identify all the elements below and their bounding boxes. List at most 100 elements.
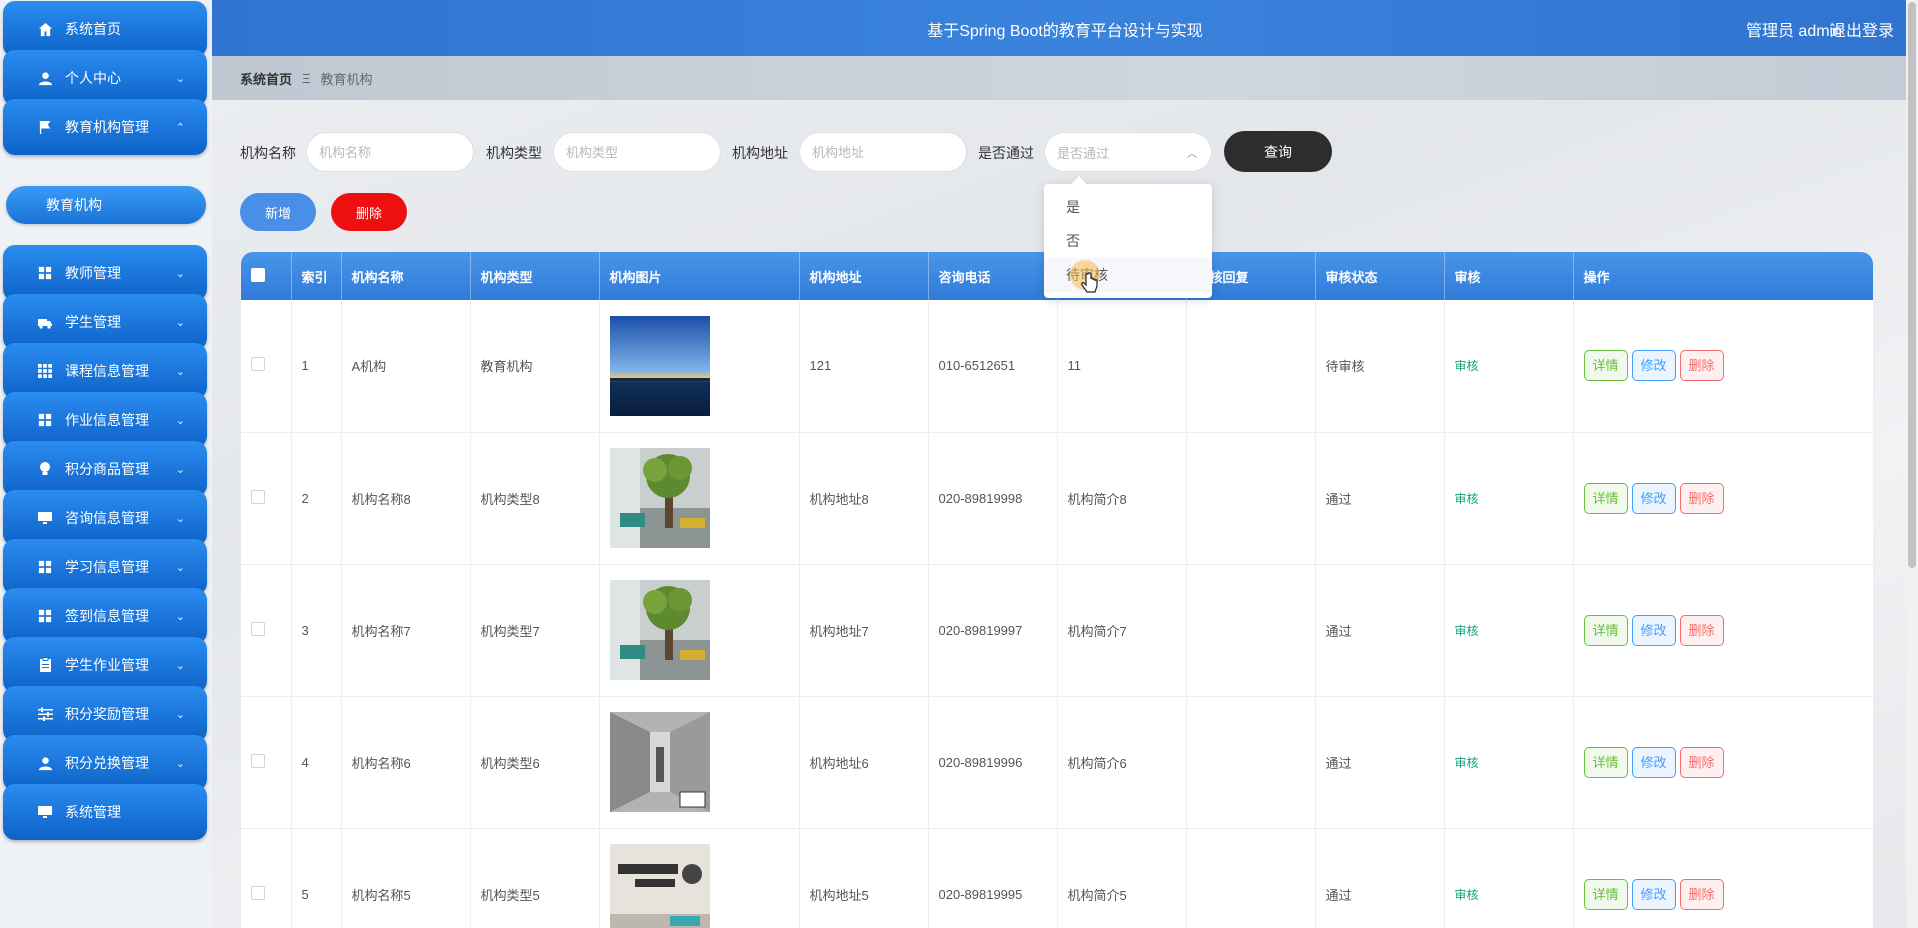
sidebar-item-label: 学生管理 (65, 314, 121, 330)
sidebar: 系统首页 个人中心 ⌄ 教育机构管理 ⌃ 教师管理 ⌄ 学生管理 ⌄ 课程信息管理 ⌄ 作业信息管理 ⌄… (0, 0, 212, 928)
sidebar-item-2[interactable]: 教育机构管理 ⌃ (3, 99, 207, 155)
sidebar-item-5[interactable]: 课程信息管理 ⌄ (3, 343, 207, 399)
logout-link[interactable]: 退出登录 (1830, 17, 1894, 41)
cell-audit: 审核 (1444, 696, 1574, 828)
audit-link[interactable]: 审核 (1455, 756, 1479, 770)
row-checkbox[interactable] (251, 357, 265, 372)
page-scrollbar[interactable] (1906, 0, 1918, 928)
cell-reply (1186, 828, 1316, 928)
row-checkbox[interactable] (251, 885, 265, 900)
row-checkbox[interactable] (251, 621, 265, 636)
name-search-input[interactable] (306, 132, 474, 172)
flag-icon (37, 119, 53, 135)
cell-phone: 020-89819996 (928, 696, 1058, 828)
sidebar-item-12[interactable]: 积分奖励管理 ⌄ (3, 686, 207, 742)
org-image[interactable] (609, 448, 799, 548)
sidebar-item-14[interactable]: 系统管理 (3, 784, 207, 840)
column-header: 机构地址 (799, 252, 929, 300)
edit-button[interactable]: 修改 (1631, 878, 1676, 910)
sidebar-item-1[interactable]: 个人中心 ⌄ (3, 50, 207, 106)
org-image[interactable] (609, 315, 799, 416)
cell-intro: 11 (1057, 300, 1187, 432)
sidebar-item-8[interactable]: 咨询信息管理 ⌄ (3, 490, 207, 546)
sidebar-item-0[interactable]: 系统首页 (3, 1, 207, 57)
edit-button[interactable]: 修改 (1631, 614, 1676, 646)
row-delete-button[interactable]: 删除 (1679, 878, 1724, 910)
edit-button[interactable]: 修改 (1631, 746, 1676, 778)
cell-audit: 审核 (1444, 300, 1574, 432)
cell-type: 机构类型8 (470, 432, 600, 564)
sidebar-item-7[interactable]: 积分商品管理 ⌄ (3, 441, 207, 497)
sidebar-subitem-edu-org[interactable]: 教育机构 (6, 186, 206, 224)
select-all-checkbox[interactable] (251, 267, 265, 282)
cell-type: 机构类型6 (470, 696, 600, 828)
sidebar-item-label: 积分兑换管理 (65, 755, 149, 771)
cell-status: 通过 (1315, 696, 1445, 828)
table-row: 4 机构名称6 机构类型6 机构地址6 020-89819996 机构简介6 通过 审核 详情修… (241, 696, 1873, 828)
detail-button[interactable]: 详情 (1583, 482, 1628, 514)
select-all-header[interactable] (241, 252, 292, 300)
cell-status: 通过 (1315, 564, 1445, 696)
sidebar-item-6[interactable]: 作业信息管理 ⌄ (3, 392, 207, 448)
row-checkbox[interactable] (251, 753, 265, 768)
query-button[interactable]: 查询 (1224, 131, 1332, 172)
dropdown-option-yes[interactable]: 是 (1044, 190, 1212, 224)
sidebar-item-11[interactable]: 学生作业管理 ⌄ (3, 637, 207, 693)
sidebar-item-4[interactable]: 学生管理 ⌄ (3, 294, 207, 350)
detail-button[interactable]: 详情 (1583, 350, 1628, 382)
cell-image (599, 300, 800, 432)
cell-status: 待审核 (1315, 300, 1445, 432)
row-delete-button[interactable]: 删除 (1679, 350, 1724, 382)
cell-index: 2 (291, 432, 342, 564)
address-label: 机构地址 (732, 145, 788, 161)
chevron-down-icon: ⌄ (175, 708, 185, 721)
sidebar-item-13[interactable]: 积分兑换管理 ⌄ (3, 735, 207, 791)
org-image[interactable] (609, 712, 799, 812)
detail-button[interactable]: 详情 (1583, 746, 1628, 778)
cell-reply (1186, 432, 1316, 564)
row-delete-button[interactable]: 删除 (1679, 746, 1724, 778)
detail-button[interactable]: 详情 (1583, 878, 1628, 910)
sidebar-item-label: 个人中心 (65, 70, 121, 86)
audit-link[interactable]: 审核 (1455, 888, 1479, 902)
cell-type: 教育机构 (470, 300, 600, 432)
add-button[interactable]: 新增 (240, 193, 316, 231)
audit-link[interactable]: 审核 (1455, 492, 1479, 506)
dropdown-option-no[interactable]: 否 (1044, 224, 1212, 258)
edit-button[interactable]: 修改 (1631, 350, 1676, 382)
cell-address: 121 (799, 300, 929, 432)
row-checkbox[interactable] (251, 489, 265, 504)
sidebar-item-3[interactable]: 教师管理 ⌄ (3, 245, 207, 301)
table-row: 1 A机构 教育机构 121 010-6512651 11 待审核 审核 详情 修改 删除 (241, 300, 1873, 432)
type-search-input[interactable] (553, 132, 721, 172)
edit-button[interactable]: 修改 (1631, 482, 1676, 514)
address-search-input[interactable] (799, 132, 967, 172)
sidebar-item-10[interactable]: 签到信息管理 ⌄ (3, 588, 207, 644)
pass-select[interactable]: 是否通过 ︿ (1044, 132, 1212, 172)
org-image[interactable] (609, 580, 799, 680)
batch-delete-button[interactable]: 删除 (331, 193, 407, 231)
org-image[interactable] (609, 844, 799, 928)
sidebar-item-label: 积分奖励管理 (65, 706, 149, 722)
sidebar-item-9[interactable]: 学习信息管理 ⌄ (3, 539, 207, 595)
sidebar-item-label: 咨询信息管理 (65, 510, 149, 526)
breadcrumb-home[interactable]: 系统首页 (240, 69, 292, 88)
audit-link[interactable]: 审核 (1455, 624, 1479, 638)
pass-select-placeholder: 是否通过 (1057, 145, 1110, 161)
column-header: 机构类型 (470, 252, 600, 300)
column-header: 机构名称 (341, 252, 471, 300)
chevron-up-icon: ⌃ (175, 121, 185, 134)
scrollbar-thumb[interactable] (1908, 2, 1916, 568)
cell-name: 机构名称5 (341, 828, 471, 928)
grid-icon (37, 265, 53, 281)
row-delete-button[interactable]: 删除 (1679, 482, 1724, 514)
detail-button[interactable]: 详情 (1583, 614, 1628, 646)
column-header: 操作 (1583, 269, 1610, 285)
cell-intro: 机构简介5 (1057, 828, 1187, 928)
audit-link[interactable]: 审核 (1455, 359, 1479, 373)
row-delete-button[interactable]: 删除 (1679, 614, 1724, 646)
name-label: 机构名称 (240, 145, 296, 161)
sidebar-item-label: 系统首页 (65, 21, 121, 37)
truck-icon (37, 314, 53, 330)
clipboard-icon (37, 657, 53, 673)
